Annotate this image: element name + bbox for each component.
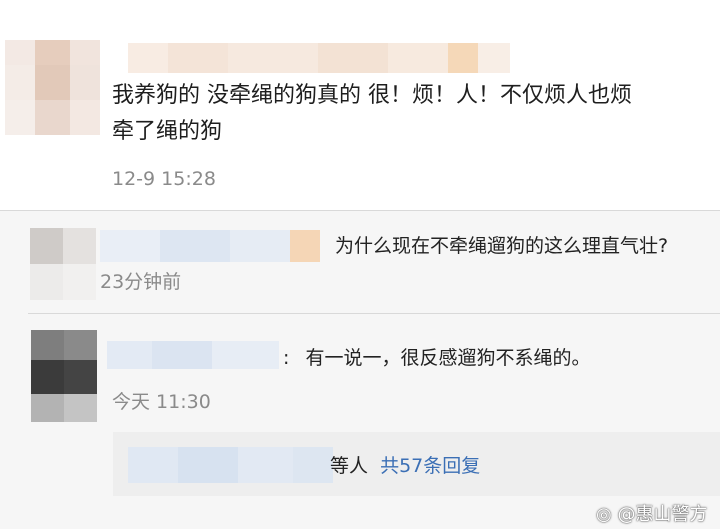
- more-replies-text: 等人 共57条回复: [330, 451, 480, 478]
- avatar[interactable]: [31, 330, 97, 422]
- comment-line-2: 牵了绳的狗: [112, 119, 223, 144]
- username[interactable]: [100, 230, 320, 262]
- watermark: ◎ @惠山警方: [596, 500, 707, 526]
- reply-text: : 有一说一，很反感遛狗不系绳的。: [283, 343, 590, 370]
- username[interactable]: [128, 43, 510, 73]
- reply-text: 为什么现在不牵绳遛狗的这么理直气壮?: [335, 235, 669, 257]
- reply-time: 今天 11:30: [112, 391, 211, 413]
- weibo-icon: ◎: [596, 504, 612, 525]
- more-replies-link[interactable]: 共57条回复: [380, 455, 480, 477]
- comment-line-1: 我养狗的 没牵绳的狗真的 很！烦！人！不仅烦人也烦: [112, 83, 632, 108]
- divider: [0, 210, 720, 211]
- divider: [28, 313, 720, 314]
- username[interactable]: [107, 341, 279, 369]
- watermark-text: @惠山警方: [617, 504, 708, 525]
- comment-text: 我养狗的 没牵绳的狗真的 很！烦！人！不仅烦人也烦 牵了绳的狗: [112, 78, 712, 150]
- username: [128, 447, 333, 483]
- comment-time: 12-9 15:28: [112, 168, 216, 190]
- avatar[interactable]: [30, 228, 96, 300]
- reply-body: 有一说一，很反感遛狗不系绳的。: [305, 347, 591, 369]
- reply-time: 23分钟前: [100, 271, 182, 293]
- more-replies-box[interactable]: 等人 共57条回复: [113, 432, 720, 496]
- more-replies-prefix: 等人: [330, 455, 369, 477]
- avatar[interactable]: [5, 40, 100, 135]
- reply-colon: :: [283, 347, 290, 369]
